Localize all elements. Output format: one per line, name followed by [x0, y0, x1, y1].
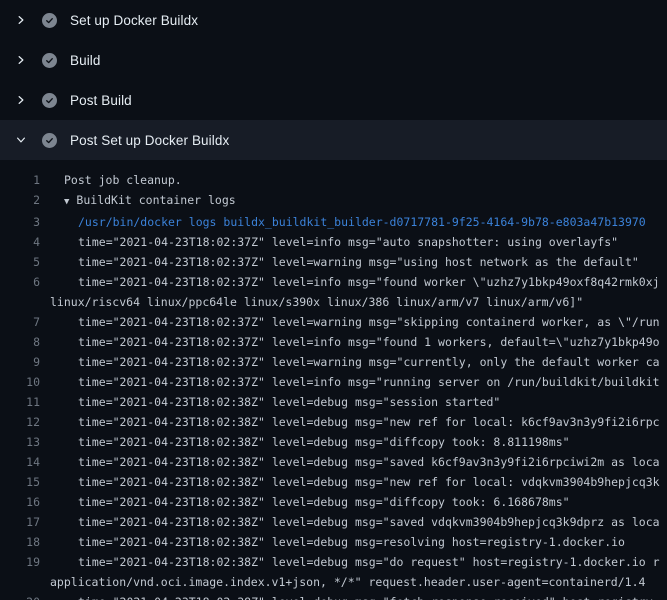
log-line-text: time="2021-04-23T18:02:37Z" level=warnin… [50, 252, 667, 272]
check-circle-icon [42, 13, 57, 28]
log-line-number[interactable]: 19 [0, 552, 44, 592]
check-circle-icon [42, 53, 57, 68]
log-line: 10 time="2021-04-23T18:02:37Z" level=inf… [0, 372, 667, 392]
log-line-number[interactable]: 13 [0, 432, 44, 452]
chevron-down-icon[interactable] [13, 132, 29, 148]
log-line: 17 time="2021-04-23T18:02:38Z" level=deb… [0, 512, 667, 532]
log-line-text: time="2021-04-23T18:02:37Z" level=warnin… [50, 352, 667, 372]
step-row[interactable]: Post Set up Docker Buildx [0, 120, 667, 160]
log-line-number[interactable]: 16 [0, 492, 44, 512]
step-label: Post Set up Docker Buildx [70, 133, 229, 148]
step-row[interactable]: Build [0, 40, 667, 80]
log-line: 12 time="2021-04-23T18:02:38Z" level=deb… [0, 412, 667, 432]
log-line: 20 time="2021-04-23T18:02:38Z" level=deb… [0, 592, 667, 600]
log-line: 16 time="2021-04-23T18:02:38Z" level=deb… [0, 492, 667, 512]
log-line-text: time="2021-04-23T18:02:37Z" level=info m… [50, 272, 667, 312]
log-line-number[interactable]: 8 [0, 332, 44, 352]
log-line-number[interactable]: 2 [0, 190, 44, 212]
step-label: Build [70, 53, 101, 68]
step-list: Set up Docker Buildx Build Post Build [0, 0, 667, 160]
log-line-text: /usr/bin/docker logs buildx_buildkit_bui… [50, 212, 667, 232]
log-line-text: time="2021-04-23T18:02:38Z" level=debug … [50, 532, 667, 552]
log-line-text: time="2021-04-23T18:02:38Z" level=debug … [50, 592, 667, 600]
log-line: 6 time="2021-04-23T18:02:37Z" level=info… [0, 272, 667, 312]
log-line: 13 time="2021-04-23T18:02:38Z" level=deb… [0, 432, 667, 452]
log-line: 7 time="2021-04-23T18:02:37Z" level=warn… [0, 312, 667, 332]
log-line: 19 time="2021-04-23T18:02:38Z" level=deb… [0, 552, 667, 592]
log-line-number[interactable]: 7 [0, 312, 44, 332]
log-line-text: time="2021-04-23T18:02:38Z" level=debug … [50, 492, 667, 512]
check-circle-icon [42, 133, 57, 148]
log-area: 1 Post job cleanup. 2 ▼ BuildKit containe… [0, 160, 667, 600]
chevron-right-icon[interactable] [13, 52, 29, 68]
log-line: 5 time="2021-04-23T18:02:37Z" level=warn… [0, 252, 667, 272]
collapse-triangle-icon[interactable]: ▼ [64, 197, 69, 207]
log-line-text: time="2021-04-23T18:02:37Z" level=info m… [50, 232, 667, 252]
step-label: Post Build [70, 93, 132, 108]
log-line-number[interactable]: 14 [0, 452, 44, 472]
log-line-number[interactable]: 15 [0, 472, 44, 492]
log-line: 14 time="2021-04-23T18:02:38Z" level=deb… [0, 452, 667, 472]
log-line: 11 time="2021-04-23T18:02:38Z" level=deb… [0, 392, 667, 412]
log-line-number[interactable]: 12 [0, 412, 44, 432]
log-line-text: ▼ BuildKit container logs [50, 190, 667, 212]
check-circle-icon [42, 93, 57, 108]
log-line: 4 time="2021-04-23T18:02:37Z" level=info… [0, 232, 667, 252]
log-line-number[interactable]: 4 [0, 232, 44, 252]
step-label: Set up Docker Buildx [70, 13, 198, 28]
log-line-number[interactable]: 3 [0, 212, 44, 232]
log-line-text: time="2021-04-23T18:02:38Z" level=debug … [50, 472, 667, 492]
log-line-text: time="2021-04-23T18:02:38Z" level=debug … [50, 432, 667, 452]
log-line: 9 time="2021-04-23T18:02:37Z" level=warn… [0, 352, 667, 372]
log-line-number[interactable]: 17 [0, 512, 44, 532]
log-line-text: time="2021-04-23T18:02:37Z" level=info m… [50, 332, 667, 352]
log-line: 2 ▼ BuildKit container logs [0, 190, 667, 212]
log-line-number[interactable]: 1 [0, 170, 44, 190]
log-line: 3 /usr/bin/docker logs buildx_buildkit_b… [0, 212, 667, 232]
log-line-text: time="2021-04-23T18:02:37Z" level=warnin… [50, 312, 667, 332]
log-line-text: Post job cleanup. [50, 170, 667, 190]
log-group-label[interactable]: BuildKit container logs [76, 193, 235, 207]
step-row[interactable]: Post Build [0, 80, 667, 120]
log-line-number[interactable]: 10 [0, 372, 44, 392]
log-line-number[interactable]: 9 [0, 352, 44, 372]
log-line: 1 Post job cleanup. [0, 170, 667, 190]
log-line-text: time="2021-04-23T18:02:38Z" level=debug … [50, 412, 667, 432]
log-line-number[interactable]: 11 [0, 392, 44, 412]
chevron-right-icon[interactable] [13, 92, 29, 108]
workflow-log-viewer: Set up Docker Buildx Build Post Build [0, 0, 667, 600]
log-line-text: time="2021-04-23T18:02:37Z" level=info m… [50, 372, 667, 392]
log-line: 18 time="2021-04-23T18:02:38Z" level=deb… [0, 532, 667, 552]
log-line-text: time="2021-04-23T18:02:38Z" level=debug … [50, 552, 667, 592]
log-line-number[interactable]: 6 [0, 272, 44, 312]
log-line: 15 time="2021-04-23T18:02:38Z" level=deb… [0, 472, 667, 492]
chevron-right-icon[interactable] [13, 12, 29, 28]
log-line-number[interactable]: 18 [0, 532, 44, 552]
log-line-text: time="2021-04-23T18:02:38Z" level=debug … [50, 512, 667, 532]
log-line: 8 time="2021-04-23T18:02:37Z" level=info… [0, 332, 667, 352]
log-line-number[interactable]: 20 [0, 592, 44, 600]
log-line-text: time="2021-04-23T18:02:38Z" level=debug … [50, 452, 667, 472]
log-line-number[interactable]: 5 [0, 252, 44, 272]
step-row[interactable]: Set up Docker Buildx [0, 0, 667, 40]
log-line-text: time="2021-04-23T18:02:38Z" level=debug … [50, 392, 667, 412]
